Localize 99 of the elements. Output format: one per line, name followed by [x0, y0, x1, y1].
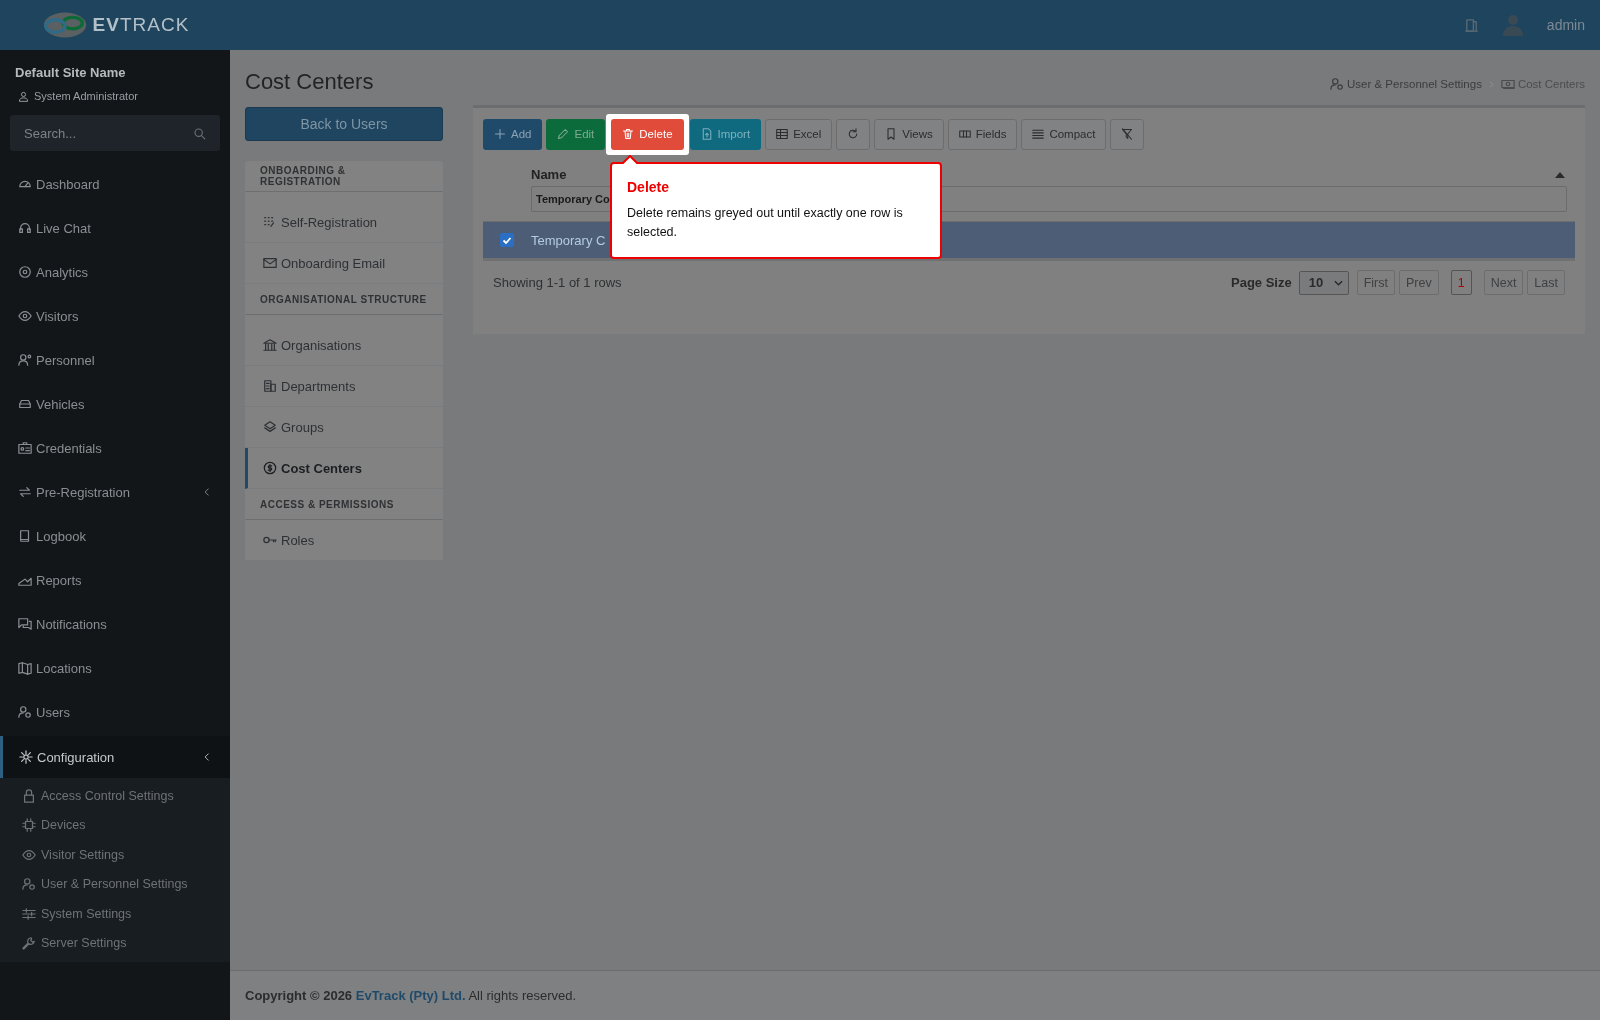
toolbar-button[interactable]: Edit [546, 118, 606, 150]
submenu-item[interactable]: Visitor Settings [0, 840, 230, 870]
sidebar-item[interactable]: Configuration [0, 736, 230, 778]
users-icon [22, 877, 36, 892]
logo-text: EVTRACK [92, 14, 190, 36]
toolbar-button[interactable]: Fields [947, 118, 1018, 150]
layers-icon [263, 420, 277, 434]
sliders-icon [22, 906, 36, 921]
sidebar-item[interactable]: Reports [0, 558, 230, 602]
toolbar-button[interactable]: Add [483, 118, 543, 150]
sidebar-item[interactable]: Live Chat [0, 206, 230, 250]
person-icon [18, 90, 29, 102]
sidebar-item[interactable]: Credentials [0, 426, 230, 470]
target-icon [18, 265, 32, 279]
sidebar-item[interactable]: Vehicles [0, 382, 230, 426]
users-icon [1330, 77, 1344, 91]
columns-icon [958, 128, 971, 140]
page-size-label: Page Size [1231, 275, 1292, 290]
toolbar-button[interactable]: Views [874, 118, 944, 150]
list-icon [1032, 128, 1045, 140]
sidebar-item[interactable]: Pre-Registration [0, 470, 230, 514]
arrows-icon [18, 485, 32, 499]
dollar-icon [263, 461, 277, 475]
section-heading: ORGANISATIONAL STRUCTURE [245, 284, 443, 315]
submenu-item[interactable]: Devices [0, 810, 230, 840]
bank-icon [263, 338, 277, 352]
user-name[interactable]: admin [1546, 17, 1585, 33]
trash-icon [622, 128, 635, 140]
table-icon [776, 128, 789, 140]
row-checkbox[interactable] [500, 233, 514, 247]
rows-summary: Showing 1-1 of 1 rows [493, 275, 622, 290]
settings-nav-item[interactable]: Organisations [245, 325, 443, 366]
building-icon [263, 379, 277, 393]
money-icon [1500, 77, 1515, 91]
chat-icon [18, 617, 32, 631]
site-name: Default Site Name [14, 64, 127, 82]
chevron-icon [202, 752, 212, 762]
refresh-icon [847, 128, 860, 140]
sidebar-item[interactable]: Analytics [0, 250, 230, 294]
plus-icon [494, 128, 506, 140]
section-heading: ACCESS & PERMISSIONS [245, 489, 443, 520]
submenu-item[interactable]: User & Personnel Settings [0, 869, 230, 899]
settings-nav-item[interactable]: Self-Registration [245, 202, 443, 243]
page-title: Cost Centers [245, 68, 374, 95]
page-button[interactable]: 1 [1450, 270, 1472, 295]
wrench-icon [22, 936, 36, 951]
sidebar-item[interactable]: Locations [0, 646, 230, 690]
users-icon [18, 705, 32, 719]
sort-caret-icon[interactable] [1555, 171, 1565, 178]
clear-filter-button[interactable] [1110, 118, 1145, 150]
copyright-text: Copyright © 2026 EvTrack (Pty) Ltd. All rights reserved. [245, 988, 577, 1003]
eye-icon [22, 847, 36, 862]
sidebar-item[interactable]: Personnel [0, 338, 230, 382]
sidebar-item[interactable]: Notifications [0, 602, 230, 646]
sidebar-item[interactable]: Users [0, 690, 230, 734]
back-button[interactable]: Back to Users [245, 107, 443, 141]
pencil-icon [557, 128, 570, 140]
exit-icon [1463, 17, 1479, 33]
eye-icon [18, 309, 32, 323]
refresh-button[interactable] [836, 118, 871, 150]
caret-icon [1333, 279, 1343, 286]
settings-nav-item[interactable]: Cost Centers [245, 448, 443, 489]
table-cell: Temporary C [531, 232, 606, 248]
company-link[interactable]: EvTrack (Pty) Ltd. [355, 988, 466, 1003]
submenu-item[interactable]: Server Settings [0, 928, 230, 958]
sidebar-item[interactable]: Visitors [0, 294, 230, 338]
page-size-dropdown[interactable]: 10 [1298, 270, 1349, 295]
section-heading: ONBOARDING & REGISTRATION [245, 161, 443, 192]
chip-icon [22, 818, 36, 833]
person-icon [18, 353, 32, 367]
toolbar-button[interactable]: Excel [765, 118, 833, 150]
filter-off-icon [1121, 128, 1134, 140]
settings-nav-item[interactable]: Onboarding Email [245, 243, 443, 284]
settings-nav-item[interactable]: Groups [245, 407, 443, 448]
submenu-item[interactable]: Access Control Settings [0, 781, 230, 811]
bookmark-icon [885, 128, 898, 140]
settings-nav-item[interactable]: Roles [245, 520, 443, 561]
lock-icon [22, 788, 36, 803]
search-field[interactable]: Search... [10, 115, 220, 151]
breadcrumb-link[interactable]: User & Personnel Settings [1330, 77, 1482, 91]
map-icon [18, 661, 32, 675]
envelope-icon [263, 256, 277, 270]
file-upload-icon [700, 128, 713, 140]
toolbar-button[interactable]: Import [689, 118, 762, 150]
settings-nav-item[interactable]: Departments [245, 366, 443, 407]
headset-icon [18, 221, 32, 235]
submenu-item[interactable]: System Settings [0, 899, 230, 929]
chevron-icon [202, 487, 212, 497]
idcard-icon [18, 441, 32, 455]
search-icon [193, 127, 206, 140]
column-header[interactable]: Name [531, 167, 567, 182]
toolbar-button[interactable]: Delete [611, 118, 684, 150]
sidebar-item[interactable]: Dashboard [0, 162, 230, 206]
sidebar-item[interactable]: Logbook [0, 514, 230, 558]
toolbar-button[interactable]: Compact [1021, 118, 1107, 150]
user-role: System Administrator [34, 90, 138, 102]
book-icon [18, 529, 32, 543]
grid-icon [263, 215, 277, 229]
car-icon [18, 397, 32, 411]
